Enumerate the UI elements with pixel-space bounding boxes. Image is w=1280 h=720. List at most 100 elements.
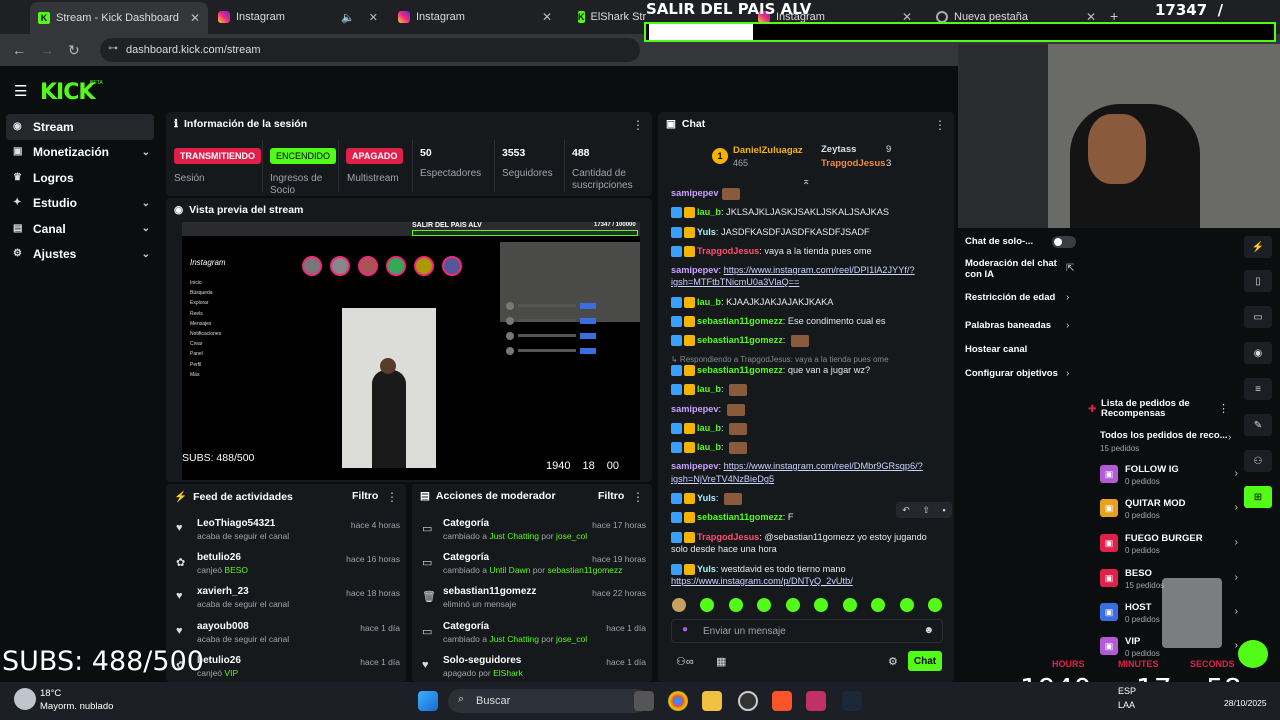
chat-message[interactable]: Yuls: westdavid es todo tierno mano bbox=[671, 563, 846, 576]
emote-icon[interactable] bbox=[927, 598, 942, 612]
more-options-icon[interactable]: ⋮ bbox=[632, 490, 644, 504]
chat-message[interactable]: TrapgodJesus: @sebastian11gomezz yo esto… bbox=[671, 531, 927, 544]
chat-message[interactable]: Yuls: JASDFKASDFJASDFKASDFJSADF bbox=[671, 226, 870, 239]
chat-message[interactable]: lau_b: bbox=[671, 441, 748, 454]
emote-icon[interactable] bbox=[672, 598, 686, 612]
reward-item[interactable]: ▣ FUEGO BURGER 0 pedidos › bbox=[1098, 531, 1248, 561]
feed-item[interactable]: ♥ xavierh_23 acaba de seguir el canal hace … bbox=[166, 584, 406, 618]
emote-icon[interactable] bbox=[814, 598, 829, 612]
reward-item[interactable]: ▣ QUITAR MOD 0 pedidos › bbox=[1098, 496, 1248, 526]
more-options-icon[interactable]: ⋮ bbox=[632, 118, 644, 132]
tab-instagram-2[interactable]: Instagram ✕ bbox=[390, 4, 560, 30]
chat-message[interactable]: solo desde hace una hora bbox=[671, 543, 777, 555]
add-widget-icon[interactable]: ⊞ bbox=[1244, 486, 1272, 508]
language-indicator[interactable]: ESP bbox=[1118, 686, 1136, 696]
list-icon[interactable]: ≡ bbox=[1244, 378, 1272, 400]
chat-message[interactable]: lau_b: JKLSAJKLJASKJSAKLJSKALJSAJKAS bbox=[671, 206, 889, 219]
chat-username[interactable]: sebastian11gomezz bbox=[697, 365, 783, 375]
chat-message[interactable]: lau_b: KJAAJKJAKJAJAKJKAKA bbox=[671, 296, 833, 309]
chat-input[interactable]: ● Enviar un mensaje ☻ bbox=[671, 619, 943, 643]
stream-preview-video[interactable]: SALIR DEL PAIS ALV 17347 / 100000 Instag… bbox=[182, 222, 640, 480]
host-channel-item[interactable]: Hostear canal bbox=[965, 344, 1027, 355]
search-input[interactable]: ⌕ Buscar bbox=[448, 689, 648, 713]
broadcast-icon[interactable]: ◉ bbox=[1244, 342, 1272, 364]
chat-message[interactable]: igsh=NjVreTV4NzBieDg5 bbox=[671, 473, 774, 485]
chat-message[interactable]: samipepev: https://www.instagram.com/ree… bbox=[671, 460, 923, 472]
chat-link[interactable]: https://www.instagram.com/p/DNTyQ_2vUtb/ bbox=[671, 576, 853, 586]
chat-link[interactable]: https://www.instagram.com/reel/DMbr9GRsq… bbox=[724, 461, 923, 471]
leader-name[interactable]: DanielZuluagaz bbox=[733, 145, 803, 156]
chat-icon[interactable]: ▭ bbox=[1244, 306, 1272, 328]
follower-only-toggle[interactable] bbox=[1052, 236, 1076, 248]
chat-message[interactable]: TrapgodJesus: vaya a la tienda pues ome bbox=[671, 245, 872, 258]
site-info-icon[interactable]: ⊶ bbox=[108, 43, 118, 54]
send-chat-button[interactable]: Chat bbox=[908, 651, 942, 671]
emote-icon[interactable] bbox=[899, 598, 914, 612]
gift-icon[interactable]: ▦ bbox=[716, 655, 726, 668]
chrome-icon[interactable] bbox=[668, 691, 688, 711]
chat-username[interactable]: lau_b bbox=[697, 297, 721, 307]
chat-username[interactable]: samipepev bbox=[671, 404, 719, 414]
feed-item[interactable]: ♥ LeoThiago54321 acaba de seguir el canal h… bbox=[166, 516, 406, 550]
emoji-icon[interactable]: ☻ bbox=[923, 625, 934, 636]
chat-username[interactable]: TrapgodJesus bbox=[697, 532, 759, 542]
leader-name[interactable]: TrapgodJesus bbox=[821, 158, 885, 169]
chat-message[interactable]: samipepev: bbox=[671, 403, 745, 416]
reload-icon[interactable]: ↻ bbox=[68, 42, 80, 59]
emote-icon[interactable] bbox=[842, 598, 857, 612]
sidebar-item-ajustes[interactable]: ⚙ Ajustes ⌄ bbox=[0, 242, 160, 268]
chat-users-icon[interactable]: ⚇∞ bbox=[676, 655, 694, 668]
speaker-icon[interactable]: 🔈 bbox=[341, 11, 355, 24]
chat-link[interactable]: https://www.instagram.com/reel/DPI1lA2JY… bbox=[724, 265, 915, 275]
chat-message[interactable]: igsh=MTFtbTNicmU0a3VlaQ== bbox=[671, 276, 799, 288]
leader-name[interactable]: Zeytass bbox=[821, 144, 856, 155]
emote-icon[interactable] bbox=[700, 598, 715, 612]
mod-action-item[interactable]: 🗑 sebastian11gomezz eliminó un mensaje hace… bbox=[412, 584, 652, 618]
filter-button[interactable]: Filtro bbox=[352, 490, 378, 502]
forward-icon[interactable]: → bbox=[40, 42, 54, 58]
emote-icon[interactable] bbox=[871, 598, 886, 612]
file-explorer-icon[interactable] bbox=[702, 691, 722, 711]
chat-message[interactable]: samipepev: https://www.instagram.com/ree… bbox=[671, 264, 915, 276]
tab-instagram-1[interactable]: Instagram 🔈 ✕ bbox=[210, 4, 386, 30]
sidebar-item-canal[interactable]: ▤ Canal ⌄ bbox=[0, 216, 160, 242]
chat-username[interactable]: Yuls bbox=[697, 227, 716, 237]
pin-icon[interactable]: ⌅ bbox=[802, 176, 810, 187]
emote-icon[interactable] bbox=[785, 598, 800, 612]
pin-icon[interactable]: ⇧ bbox=[922, 505, 930, 516]
chat-username[interactable]: samipepev bbox=[671, 188, 719, 198]
close-icon[interactable]: ✕ bbox=[542, 10, 552, 24]
more-options-icon[interactable]: ⋮ bbox=[386, 490, 398, 504]
sidebar-item-logros[interactable]: ♛ Logros bbox=[0, 165, 160, 191]
ai-moderation-item[interactable]: Moderación del chat con IA bbox=[965, 258, 1065, 280]
clock-date[interactable]: 28/10/2025 bbox=[1224, 698, 1267, 708]
settings-icon[interactable]: ⚙ bbox=[888, 655, 898, 668]
chat-link[interactable]: igsh=NjVreTV4NzBieDg5 bbox=[671, 474, 774, 484]
chat-message[interactable]: sebastian11gomezz: F bbox=[671, 511, 794, 524]
windows-start-icon[interactable] bbox=[418, 691, 438, 711]
reply-icon[interactable]: ↶ bbox=[902, 505, 910, 516]
chat-username[interactable]: lau_b bbox=[697, 423, 721, 433]
mod-action-item[interactable]: ▭ Categoría cambiado a Just Chatting por j… bbox=[412, 619, 652, 653]
kick-logo[interactable]: KICK bbox=[40, 80, 95, 105]
banned-words-item[interactable]: Palabras baneadas bbox=[965, 320, 1051, 331]
menu-icon[interactable]: ☰ bbox=[14, 82, 27, 100]
reward-item[interactable]: ▣ FOLLOW IG 0 pedidos › bbox=[1098, 462, 1248, 492]
sidebar-item-stream[interactable]: ◉ Stream bbox=[6, 114, 154, 140]
task-view-icon[interactable] bbox=[634, 691, 654, 711]
chat-username[interactable]: samipepev bbox=[671, 461, 719, 471]
tab-kick-dashboard[interactable]: K Stream - Kick Dashboard ✕ bbox=[30, 2, 208, 34]
more-options-icon[interactable]: ⋮ bbox=[934, 118, 946, 132]
chat-message[interactable]: sebastian11gomezz: Ese condimento cual e… bbox=[671, 315, 885, 328]
chat-message[interactable]: Yuls: bbox=[671, 492, 743, 505]
age-restriction-item[interactable]: Restricción de edad bbox=[965, 292, 1055, 303]
chat-username[interactable]: samipepev bbox=[671, 265, 719, 275]
chat-message[interactable]: sebastian11gomezz: que van a jugar wz? bbox=[671, 364, 870, 377]
chat-message[interactable]: lau_b: bbox=[671, 383, 748, 396]
emote-icon[interactable] bbox=[728, 598, 743, 612]
mod-action-item[interactable]: ▭ Categoría cambiado a Just Chatting por j… bbox=[412, 516, 652, 550]
back-icon[interactable]: ← bbox=[12, 42, 26, 58]
configure-goals-item[interactable]: Configurar objetivos bbox=[965, 368, 1058, 379]
chat-link[interactable]: igsh=MTFtbTNicmU0a3VlaQ== bbox=[671, 277, 799, 287]
sidebar-item-estudio[interactable]: ✦ Estudio ⌄ bbox=[0, 191, 160, 217]
